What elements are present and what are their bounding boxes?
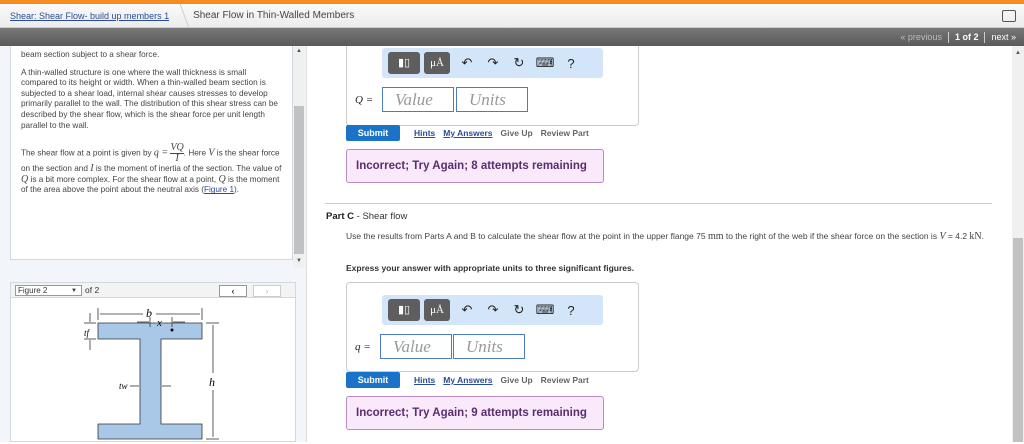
part-c-title: Part C [326, 211, 354, 222]
templates-button[interactable]: ▮▯ [388, 52, 420, 74]
unit: kN [969, 231, 982, 242]
part-c-question: Use the results from Parts A and B to ca… [346, 231, 996, 243]
text: = 4.2 [945, 231, 970, 241]
part-c-subtitle: Shear flow [362, 211, 408, 222]
header: Shear: Shear Flow- build up members 1 Sh… [0, 3, 1024, 28]
units-button[interactable]: μÅ [424, 52, 450, 74]
intro-paragraph-1: A thin-walled structure is one where the… [21, 67, 278, 130]
point-marker [170, 328, 174, 332]
figure-select[interactable]: Figure 2 ▼ [15, 284, 82, 296]
templates-button[interactable]: ▮▯ [388, 299, 420, 321]
page-title: Shear Flow in Thin-Walled Members [193, 10, 355, 21]
label-b: b [146, 306, 152, 320]
figure-select-value: Figure 2 [18, 285, 48, 295]
undo-icon[interactable]: ↶ [454, 302, 480, 318]
scroll-up-icon[interactable]: ▲ [1015, 50, 1021, 56]
label-h: h [209, 375, 215, 389]
text: . [981, 231, 985, 241]
hints-link[interactable]: Hints [414, 128, 435, 138]
var-q: Q [218, 173, 226, 185]
part-c-units-input[interactable]: Units [453, 334, 525, 359]
give-up-link[interactable]: Give Up [501, 128, 533, 138]
intro-scrollbar[interactable]: ▲ ▼ [293, 46, 305, 268]
help-icon[interactable]: ? [558, 303, 584, 318]
denominator: I [175, 153, 179, 165]
page-scrollbar[interactable]: ▲ [1012, 46, 1024, 442]
part-b-submit-button[interactable]: Submit [346, 125, 400, 141]
unit: mm [707, 231, 724, 242]
chevron-down-icon: ▼ [71, 287, 77, 294]
breadcrumb-chevron-icon [166, 3, 190, 28]
part-b-feedback: Incorrect; Try Again; 8 attempts remaini… [346, 149, 604, 183]
reset-icon[interactable]: ↻ [506, 55, 532, 71]
redo-icon[interactable]: ↷ [480, 55, 506, 71]
i-beam-diagram: b x tf tw h [84, 306, 219, 440]
text: . Here [183, 148, 209, 158]
review-part-link[interactable]: Review Part [541, 128, 589, 138]
part-c-links: Hints My Answers Give Up Review Part [414, 375, 589, 385]
q-label: q = [355, 341, 371, 353]
my-answers-link[interactable]: My Answers [443, 128, 492, 138]
label-x: x [156, 317, 162, 329]
scroll-up-icon[interactable]: ▲ [296, 48, 302, 54]
text: is the moment of inertia of the section.… [93, 164, 282, 174]
part-c-feedback: Incorrect; Try Again; 9 attempts remaini… [346, 396, 604, 430]
divider [325, 203, 992, 204]
figure-toolbar: Figure 2 ▼ of 2 ‹ › [11, 283, 295, 298]
figure-1-link[interactable]: Figure 1 [204, 185, 234, 194]
text: The shear flow at a point is given by [21, 148, 154, 158]
text: is a bit more complex. For the shear flo… [28, 174, 219, 184]
page-indicator: 1 of 2 [954, 32, 979, 42]
q-label: Q = [355, 94, 374, 106]
part-c-toolbar: ▮▯ μÅ ↶ ↷ ↻ ⌨ ? [382, 295, 603, 325]
figure-count: of 2 [85, 285, 100, 295]
figure-panel: Figure 2 ▼ of 2 ‹ › b x tf tw h [10, 282, 296, 442]
undo-icon[interactable]: ↶ [454, 55, 480, 71]
part-c-heading[interactable]: Part C - Shear flow [326, 211, 407, 222]
part-b-value-input[interactable]: Value [382, 87, 454, 112]
part-c-submit-button[interactable]: Submit [346, 372, 400, 388]
i-beam-shape [97, 322, 203, 440]
scroll-down-icon[interactable]: ▼ [296, 258, 302, 264]
label-tf: tf [84, 328, 91, 338]
breadcrumb-link[interactable]: Shear: Shear Flow- build up members 1 [10, 11, 169, 21]
divider [947, 31, 949, 43]
fraction: VQ I [170, 143, 184, 165]
help-icon[interactable]: ? [558, 56, 584, 71]
intro-text: beam section subject to a shear force. A… [10, 46, 293, 260]
text: Use the results from Parts A and B to ca… [346, 231, 708, 241]
figure-next-button[interactable]: › [253, 285, 281, 297]
previous-link[interactable]: « previous [900, 32, 942, 42]
print-icon[interactable] [1002, 10, 1016, 22]
figure-prev-button[interactable]: ‹ [219, 285, 247, 297]
my-answers-link[interactable]: My Answers [443, 375, 492, 385]
label-tw: tw [119, 381, 128, 391]
intro-paragraph-2: The shear flow at a point is given by q … [21, 143, 282, 196]
hints-link[interactable]: Hints [414, 375, 435, 385]
equation-lhs: q = [153, 147, 169, 159]
part-c-instruction: Express your answer with appropriate uni… [346, 263, 635, 273]
units-button[interactable]: μÅ [424, 299, 450, 321]
next-link[interactable]: next » [991, 32, 1016, 42]
scroll-thumb[interactable] [1013, 238, 1023, 442]
keyboard-icon[interactable]: ⌨ [532, 55, 558, 71]
divider [984, 31, 986, 43]
part-b-toolbar: ▮▯ μÅ ↶ ↷ ↻ ⌨ ? [382, 48, 603, 78]
part-c-value-input[interactable]: Value [380, 334, 452, 359]
intro-top-line: beam section subject to a shear force. [21, 50, 160, 59]
scroll-thumb[interactable] [294, 106, 304, 254]
pager-bar: « previous 1 of 2 next » [0, 28, 1024, 46]
give-up-link[interactable]: Give Up [501, 375, 533, 385]
part-b-units-input[interactable]: Units [456, 87, 528, 112]
part-b-links: Hints My Answers Give Up Review Part [414, 128, 589, 138]
redo-icon[interactable]: ↷ [480, 302, 506, 318]
text: to the right of the web if the shear for… [723, 231, 940, 241]
text: ). [234, 185, 240, 195]
keyboard-icon[interactable]: ⌨ [532, 302, 558, 318]
left-panel: beam section subject to a shear force. A… [0, 46, 306, 442]
reset-icon[interactable]: ↻ [506, 302, 532, 318]
review-part-link[interactable]: Review Part [541, 375, 589, 385]
